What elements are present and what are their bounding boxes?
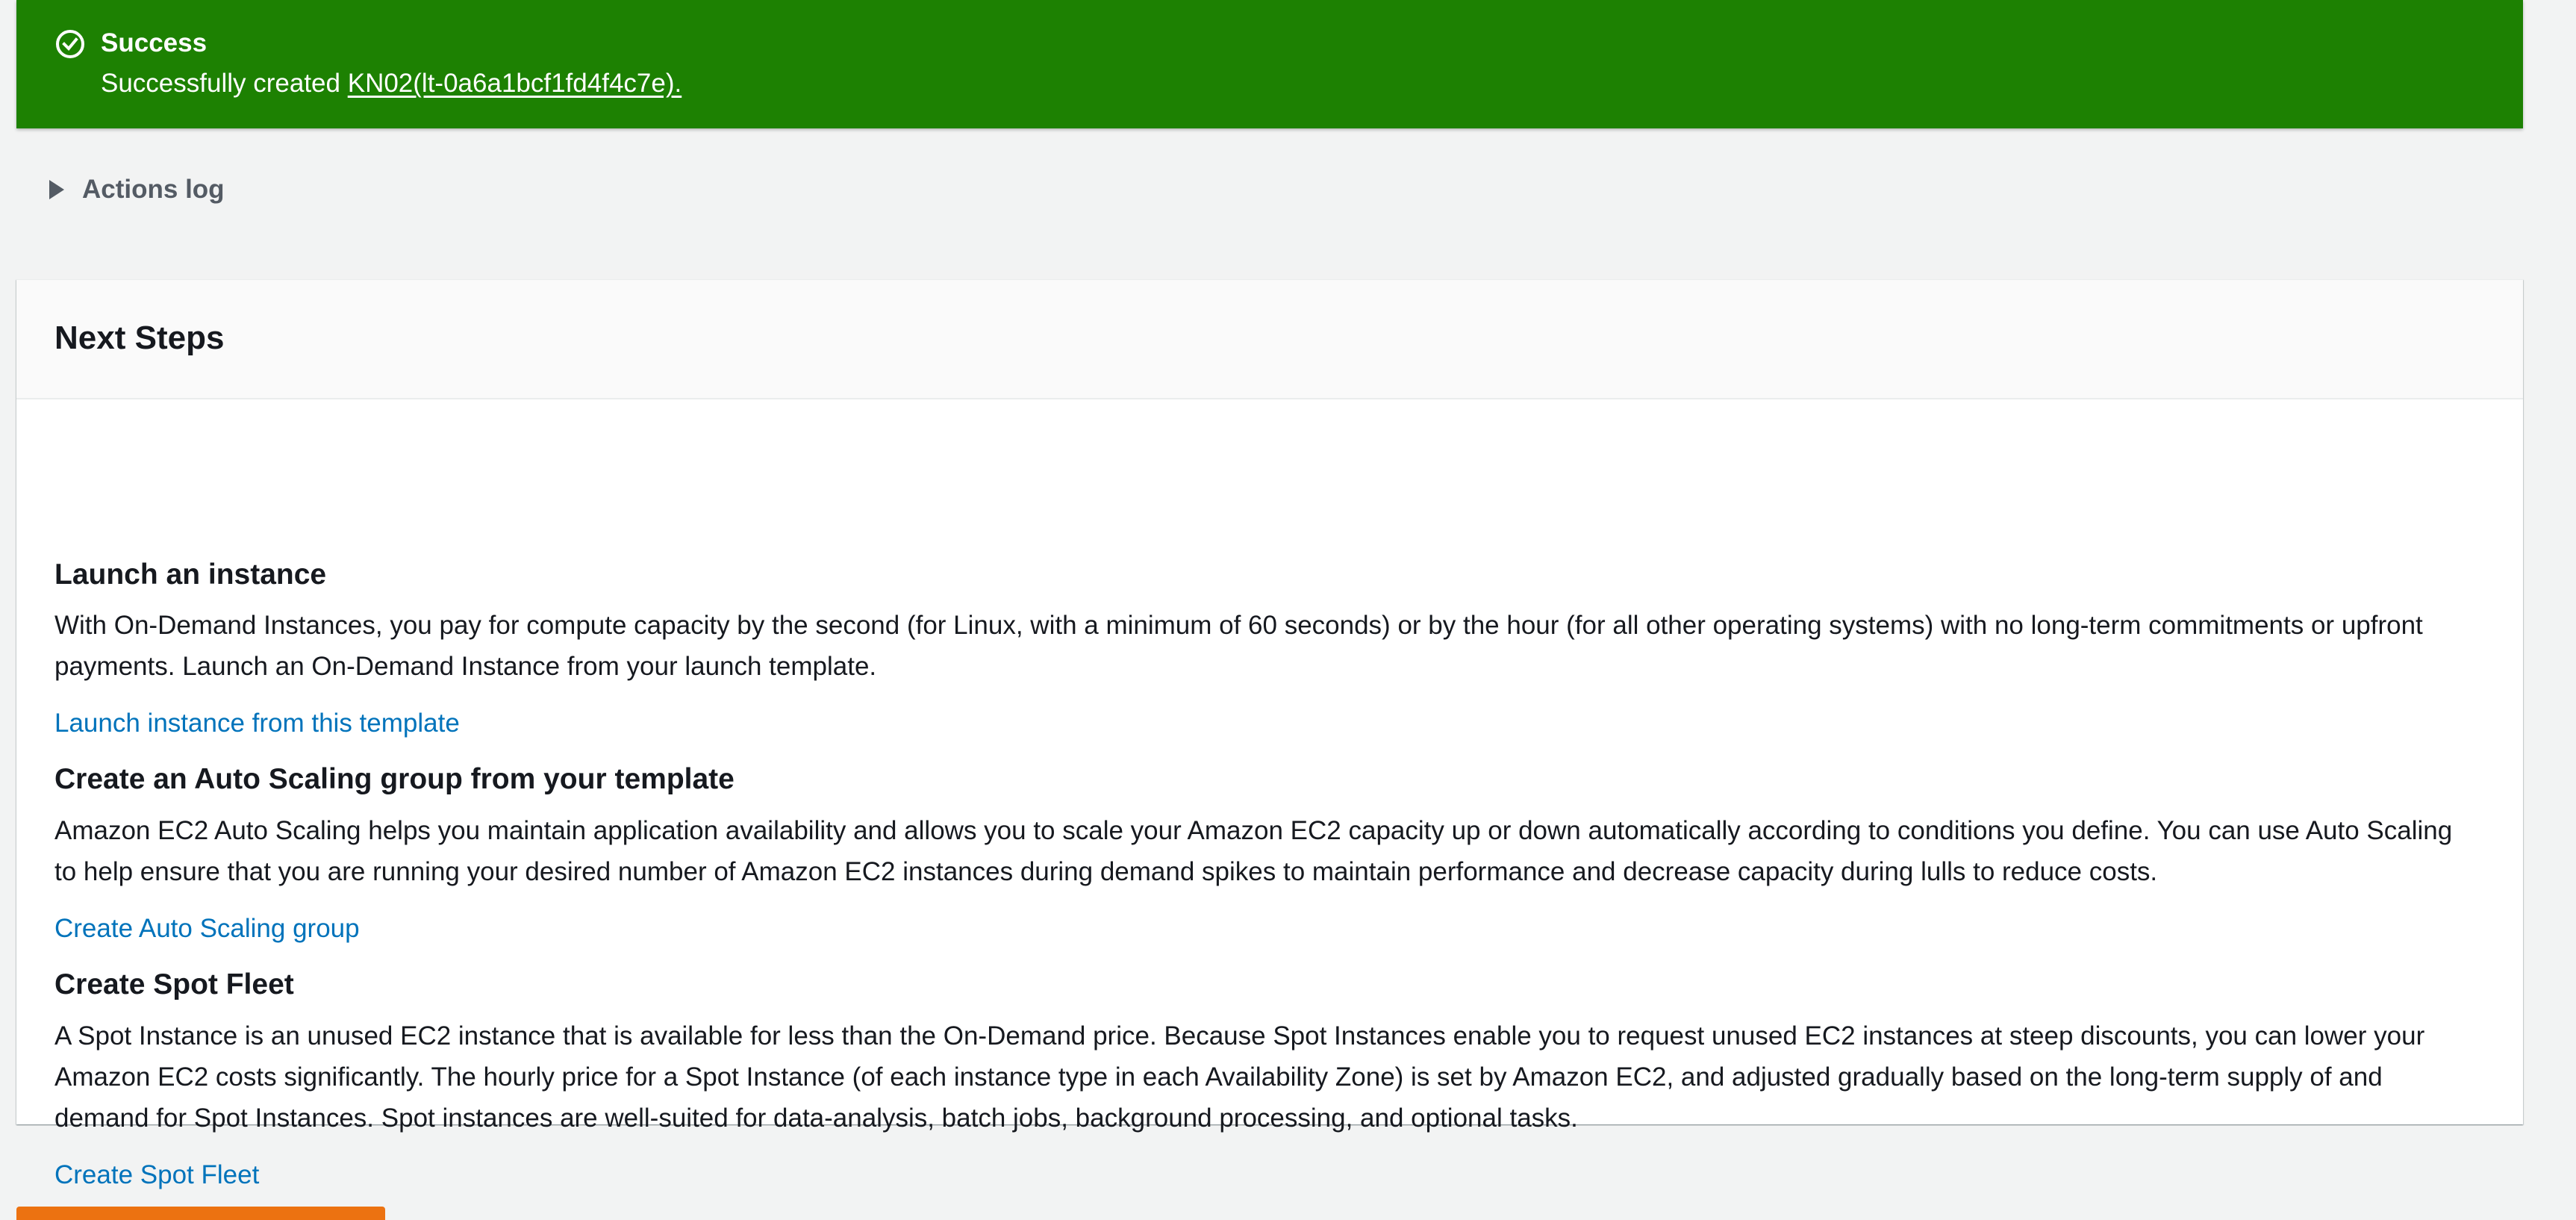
actions-log-expander[interactable]: Actions log (49, 169, 225, 211)
launch-template-link[interactable]: KN02(lt-0a6a1bcf1fd4f4c7e). (348, 69, 682, 98)
next-steps-container: Next Steps Launch an instance With On-De… (16, 279, 2523, 1189)
create-auto-scaling-group-link[interactable]: Create Auto Scaling group (54, 912, 360, 945)
section-title-spot-fleet: Create Spot Fleet (54, 968, 294, 1000)
success-flashbar: Success Successfully created KN02(lt-0a6… (16, 0, 2523, 128)
actions-log-label: Actions log (82, 175, 225, 204)
next-steps-header: Next Steps (16, 280, 2523, 399)
section-title-launch-instance: Launch an instance (54, 558, 327, 591)
launch-instance-link[interactable]: Launch instance from this template (54, 707, 460, 740)
section-text-launch-instance: With On-Demand Instances, you pay for co… (54, 611, 2423, 681)
section-text-spot-fleet: A Spot Instance is an unused EC2 instanc… (54, 1021, 2425, 1133)
flash-message: Successfully created KN02(lt-0a6a1bcf1fd… (101, 67, 682, 100)
next-steps-title: Next Steps (54, 320, 225, 356)
flash-header: Success (101, 28, 208, 57)
flash-message-text: Successfully created (101, 69, 348, 98)
section-text-auto-scaling: Amazon EC2 Auto Scaling helps you mainta… (54, 816, 2453, 886)
page: Success Successfully created KN02(lt-0a6… (0, 0, 2576, 1220)
check-circle-icon (54, 28, 87, 60)
section-title-auto-scaling: Create an Auto Scaling group from your t… (54, 763, 735, 795)
create-spot-fleet-link[interactable]: Create Spot Fleet (54, 1159, 259, 1192)
caret-right-icon (49, 180, 64, 199)
view-launch-templates-button[interactable] (16, 1207, 385, 1220)
